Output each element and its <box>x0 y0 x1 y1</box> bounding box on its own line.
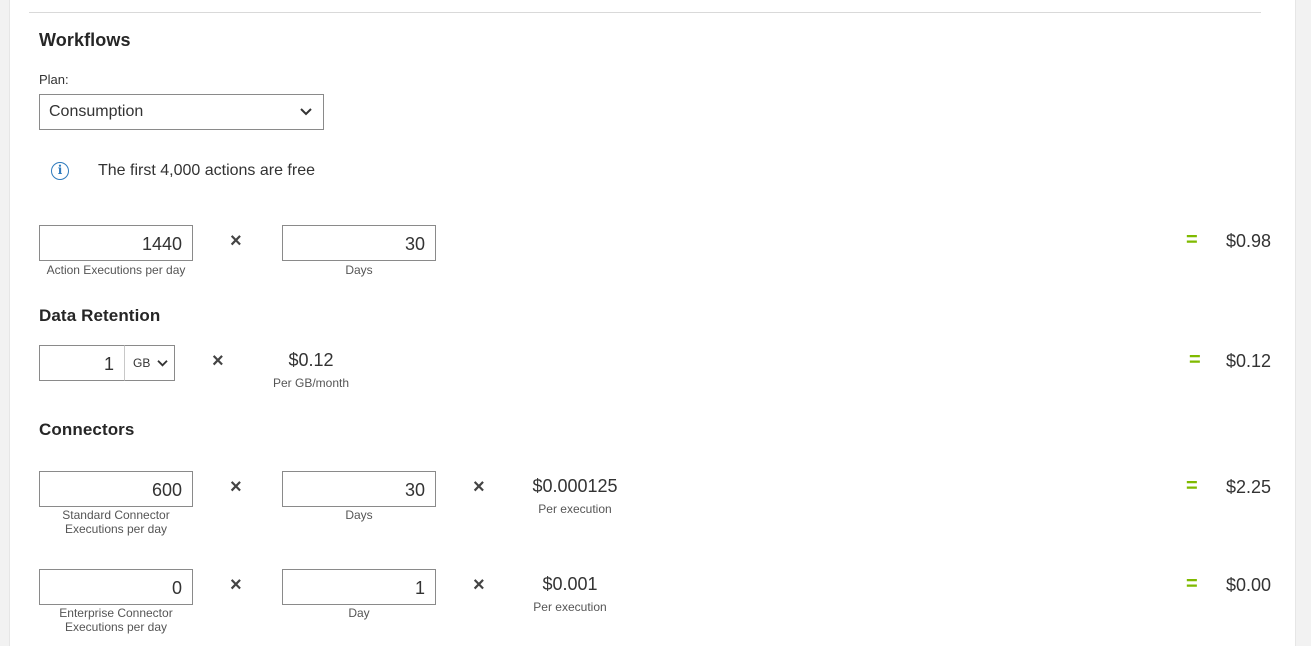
workflow-days-input[interactable]: 30 <box>282 225 436 261</box>
retention-total: $0.12 <box>1225 351 1271 371</box>
plan-select[interactable]: Consumption <box>39 94 324 130</box>
enterprise-connector-total: $0.00 <box>1225 575 1271 595</box>
standard-connector-price: $0.000125 <box>532 476 618 496</box>
standard-connector-executions-input[interactable]: 600 <box>39 471 193 507</box>
enterprise-connector-executions-input[interactable]: 0 <box>39 569 193 605</box>
chevron-down-icon <box>157 359 168 367</box>
retention-unit-select[interactable]: GB <box>124 345 175 381</box>
enterprise-connector-days-input[interactable]: 1 <box>282 569 436 605</box>
enterprise-days-caption: Day <box>348 606 370 620</box>
standard-connector-caption: Standard Connector Executions per day <box>39 508 193 536</box>
equals-sign: = <box>1186 475 1198 497</box>
section-title-workflows: Workflows <box>39 30 131 50</box>
multiply-sign: × <box>473 476 485 498</box>
enterprise-connector-price: $0.001 <box>542 574 598 594</box>
retention-price-caption: Per GB/month <box>272 376 350 390</box>
equals-sign: = <box>1186 573 1198 595</box>
caption-line: Standard Connector <box>62 508 170 522</box>
multiply-sign: × <box>212 350 224 372</box>
caption-line: Executions per day <box>64 522 168 536</box>
chevron-down-icon <box>300 108 312 116</box>
multiply-sign: × <box>230 230 242 252</box>
multiply-sign: × <box>230 574 242 596</box>
equals-sign: = <box>1186 229 1198 251</box>
multiply-sign: × <box>473 574 485 596</box>
retention-amount-input[interactable]: 1 <box>39 345 125 381</box>
caption-line: Executions per day <box>64 620 168 634</box>
workflow-total: $0.98 <box>1225 231 1271 251</box>
section-title-data-retention: Data Retention <box>39 306 161 325</box>
standard-connector-days-input[interactable]: 30 <box>282 471 436 507</box>
standard-price-caption: Per execution <box>538 502 612 516</box>
multiply-sign: × <box>230 476 242 498</box>
retention-price: $0.12 <box>288 350 334 370</box>
caption-line: Enterprise Connector <box>59 606 173 620</box>
workflow-days-caption: Days <box>345 263 373 277</box>
divider <box>29 12 1261 13</box>
action-executions-caption: Action Executions per day <box>46 263 186 277</box>
standard-connector-total: $2.25 <box>1225 477 1271 497</box>
retention-unit-value: GB <box>133 356 151 370</box>
plan-label: Plan: <box>39 72 69 87</box>
free-actions-note: The first 4,000 actions are free <box>98 162 315 179</box>
equals-sign: = <box>1189 349 1201 371</box>
action-executions-input[interactable]: 1440 <box>39 225 193 261</box>
enterprise-price-caption: Per execution <box>533 600 607 614</box>
plan-select-value: Consumption <box>49 103 144 120</box>
info-icon: i <box>51 162 69 180</box>
enterprise-connector-caption: Enterprise Connector Executions per day <box>39 606 193 634</box>
section-title-connectors: Connectors <box>39 420 135 439</box>
standard-days-caption: Days <box>345 508 373 522</box>
